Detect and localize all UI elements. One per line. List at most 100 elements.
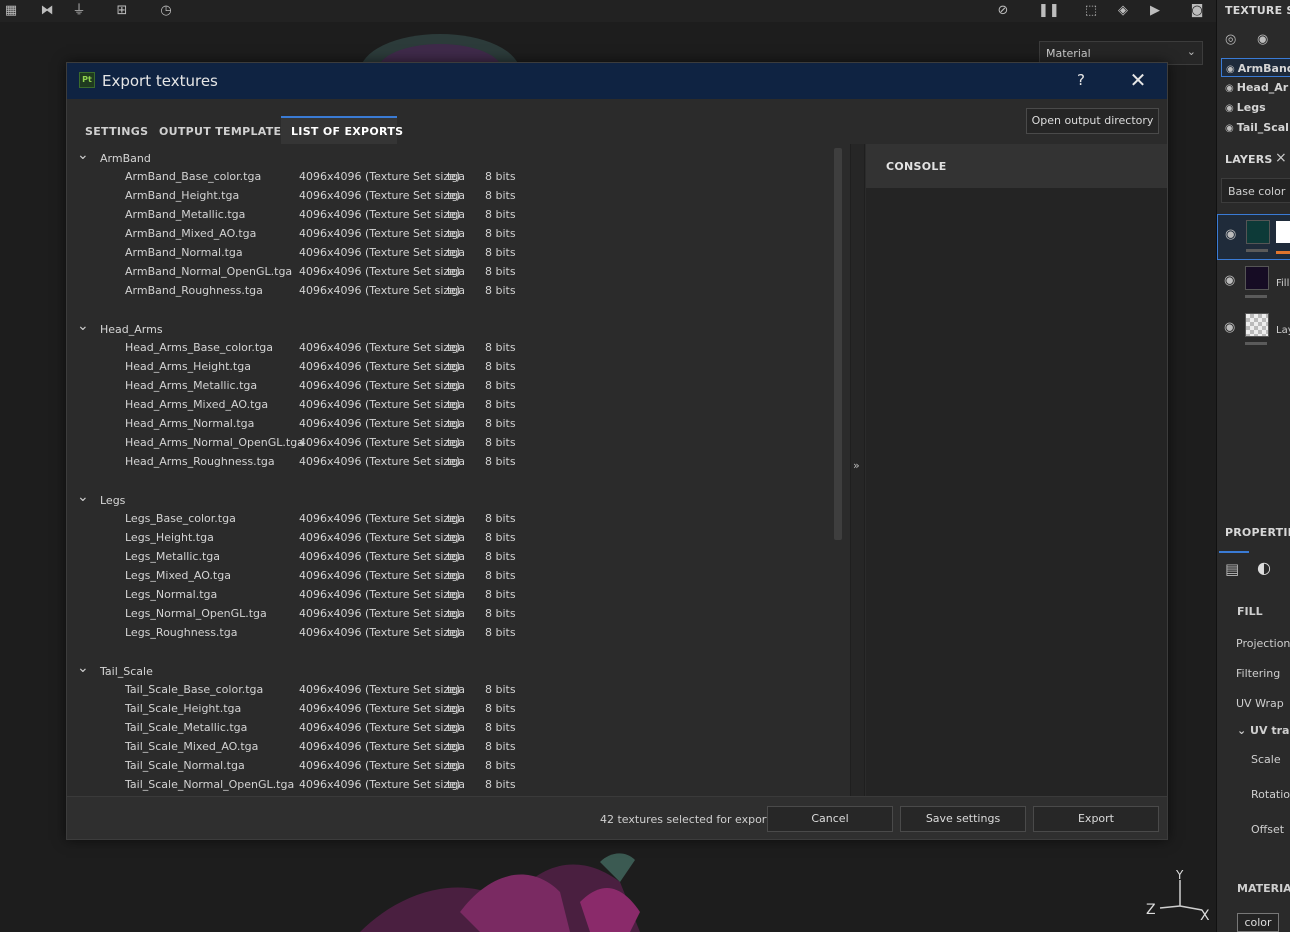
file-name: Head_Arms_Roughness.tga xyxy=(125,455,275,468)
layer-bar xyxy=(1245,295,1267,298)
file-size: 4096x4096 (Texture Set size) xyxy=(299,436,461,449)
file-format: tga xyxy=(447,588,466,601)
channel-select[interactable]: Base color xyxy=(1221,178,1290,203)
mirror-vertical-icon[interactable]: ⏚ xyxy=(70,2,88,19)
axis-y-label: Y xyxy=(1175,868,1184,882)
grid-menu-icon[interactable]: ▦ xyxy=(2,2,20,19)
close-icon[interactable]: × xyxy=(1275,150,1287,166)
file-bit-depth: 8 bits xyxy=(485,588,516,601)
chevron-down-icon[interactable]: ⌄ xyxy=(77,147,89,163)
cube-view-icon[interactable]: ◈ xyxy=(1114,2,1132,19)
tab-output-templates[interactable]: OUTPUT TEMPLATES xyxy=(151,116,289,144)
mirror-horizontal-icon[interactable]: ⧓ xyxy=(38,2,56,19)
add-frame-icon[interactable]: ⊞ xyxy=(113,2,131,19)
file-name: Head_Arms_Base_color.tga xyxy=(125,341,273,354)
file-size: 4096x4096 (Texture Set size) xyxy=(299,683,461,696)
visibility-icon[interactable]: ◉ xyxy=(1225,83,1234,94)
visibility-icon[interactable]: ◉ xyxy=(1226,64,1235,75)
export-row: Legs_Metallic.tga 4096x4096 (Texture Set … xyxy=(67,547,667,566)
fill-header: FILL xyxy=(1237,605,1263,618)
material-sphere-icon[interactable]: ◐ xyxy=(1257,558,1271,577)
file-bit-depth: 8 bits xyxy=(485,607,516,620)
texture-set-item[interactable]: ◉ Tail_Scal xyxy=(1221,118,1290,137)
creature-tail-model xyxy=(360,853,640,932)
file-bit-depth: 8 bits xyxy=(485,740,516,753)
chevron-down-icon[interactable]: ⌄ xyxy=(77,489,89,505)
file-name: Head_Arms_Mixed_AO.tga xyxy=(125,398,269,411)
painter-logo-icon: Pt xyxy=(79,72,95,88)
export-row: Tail_Scale_Normal.tga 4096x4096 (Texture … xyxy=(67,756,667,775)
hide-overlay-icon[interactable]: ⊘ xyxy=(994,2,1012,19)
rotation-label: Rotatio xyxy=(1251,788,1290,801)
file-format: tga xyxy=(447,569,466,582)
eye-icon[interactable]: ◉ xyxy=(1257,32,1268,47)
export-textures-dialog: Pt Export textures ? ✕ SETTINGS OUTPUT T… xyxy=(66,62,1168,840)
help-button[interactable]: ? xyxy=(1071,71,1091,91)
export-row: Head_Arms_Metallic.tga 4096x4096 (Texture… xyxy=(67,376,667,395)
file-bit-depth: 8 bits xyxy=(485,189,516,202)
color-channel-button[interactable]: color xyxy=(1237,913,1279,932)
open-output-directory-button[interactable]: Open output directory xyxy=(1026,108,1159,134)
layer-row[interactable]: ◉ Fill xyxy=(1217,261,1290,307)
group-header[interactable]: ⌄ Legs xyxy=(67,489,467,509)
visibility-icon[interactable]: ◉ xyxy=(1225,103,1234,114)
export-row: ArmBand_Normal.tga 4096x4096 (Texture Set… xyxy=(67,243,667,262)
export-row: Head_Arms_Height.tga 4096x4096 (Texture S… xyxy=(67,357,667,376)
tab-settings[interactable]: SETTINGS xyxy=(75,116,151,144)
export-button[interactable]: Export xyxy=(1033,806,1159,832)
save-settings-button[interactable]: Save settings xyxy=(900,806,1026,832)
camera-video-icon[interactable]: ▶ xyxy=(1146,2,1164,19)
group-header[interactable]: ⌄ ArmBand xyxy=(67,147,467,167)
file-name: ArmBand_Height.tga xyxy=(125,189,240,202)
close-icon[interactable]: ✕ xyxy=(1127,69,1149,91)
tab-list-of-exports[interactable]: LIST OF EXPORTS xyxy=(281,116,403,144)
texture-set-item[interactable]: ◉ Head_Ar xyxy=(1221,78,1290,97)
file-size: 4096x4096 (Texture Set size) xyxy=(299,284,461,297)
file-name: ArmBand_Base_color.tga xyxy=(125,170,262,183)
screenshot-icon[interactable]: ◙ xyxy=(1188,2,1206,19)
file-name: Legs_Roughness.tga xyxy=(125,626,238,639)
visibility-icon[interactable]: ◉ xyxy=(1224,273,1235,288)
axis-gizmo: Y Z X xyxy=(1146,868,1210,924)
file-format: tga xyxy=(447,778,466,791)
file-name: Tail_Scale_Metallic.tga xyxy=(125,721,248,734)
layer-row[interactable]: ◉ xyxy=(1217,214,1290,260)
eye-refresh-icon[interactable]: ◎ xyxy=(1225,32,1236,47)
dialog-titlebar: Pt Export textures ? ✕ xyxy=(67,63,1167,99)
panel-splitter[interactable]: » xyxy=(850,144,865,796)
file-name: Tail_Scale_Mixed_AO.tga xyxy=(125,740,259,753)
clock-icon[interactable]: ◷ xyxy=(157,2,175,19)
texture-set-item[interactable]: ◉ Legs xyxy=(1221,98,1290,117)
export-row: ArmBand_Mixed_AO.tga 4096x4096 (Texture S… xyxy=(67,224,667,243)
export-list: ⌄ ArmBand ArmBand_Base_color.tga 4096x4096 … xyxy=(67,144,850,796)
file-name: Legs_Normal.tga xyxy=(125,588,218,601)
file-bit-depth: 8 bits xyxy=(485,512,516,525)
visibility-icon[interactable]: ◉ xyxy=(1225,227,1236,242)
group-header[interactable]: ⌄ Tail_Scale xyxy=(67,660,467,680)
group-header[interactable]: ⌄ Head_Arms xyxy=(67,318,467,338)
visibility-icon[interactable]: ◉ xyxy=(1225,123,1234,134)
right-panel: TEXTURE SE ◎ ◉ ◉ArmBand ◉Head_Ar ◉Legs ◉… xyxy=(1216,0,1290,932)
cancel-button[interactable]: Cancel xyxy=(767,806,893,832)
uv-transform-header[interactable]: ⌄ UV trai xyxy=(1237,724,1290,737)
chevron-double-right-icon[interactable]: » xyxy=(853,459,860,472)
export-row: Head_Arms_Normal_OpenGL.tga 4096x4096 (Te… xyxy=(67,433,667,452)
file-format: tga xyxy=(447,683,466,696)
chevron-down-icon[interactable]: ⌄ xyxy=(77,660,89,676)
fill-properties-icon[interactable]: ▤ xyxy=(1225,560,1239,578)
chevron-down-icon[interactable]: ⌄ xyxy=(77,318,89,334)
dialog-title: Export textures xyxy=(102,72,218,90)
perspective-icon[interactable]: ⬚ xyxy=(1082,2,1100,19)
file-size: 4096x4096 (Texture Set size) xyxy=(299,360,461,373)
file-name: ArmBand_Metallic.tga xyxy=(125,208,246,221)
texture-set-item[interactable]: ◉ ArmBand xyxy=(1221,58,1290,77)
list-scrollbar[interactable] xyxy=(834,148,842,540)
file-name: ArmBand_Roughness.tga xyxy=(125,284,263,297)
export-row: Tail_Scale_Height.tga 4096x4096 (Texture … xyxy=(67,699,667,718)
file-format: tga xyxy=(447,208,466,221)
export-row: Legs_Height.tga 4096x4096 (Texture Set si… xyxy=(67,528,667,547)
file-format: tga xyxy=(447,436,466,449)
layer-row[interactable]: ◉ Lay xyxy=(1217,308,1290,354)
pause-icon[interactable]: ❚❚ xyxy=(1038,2,1060,19)
visibility-icon[interactable]: ◉ xyxy=(1224,320,1235,335)
